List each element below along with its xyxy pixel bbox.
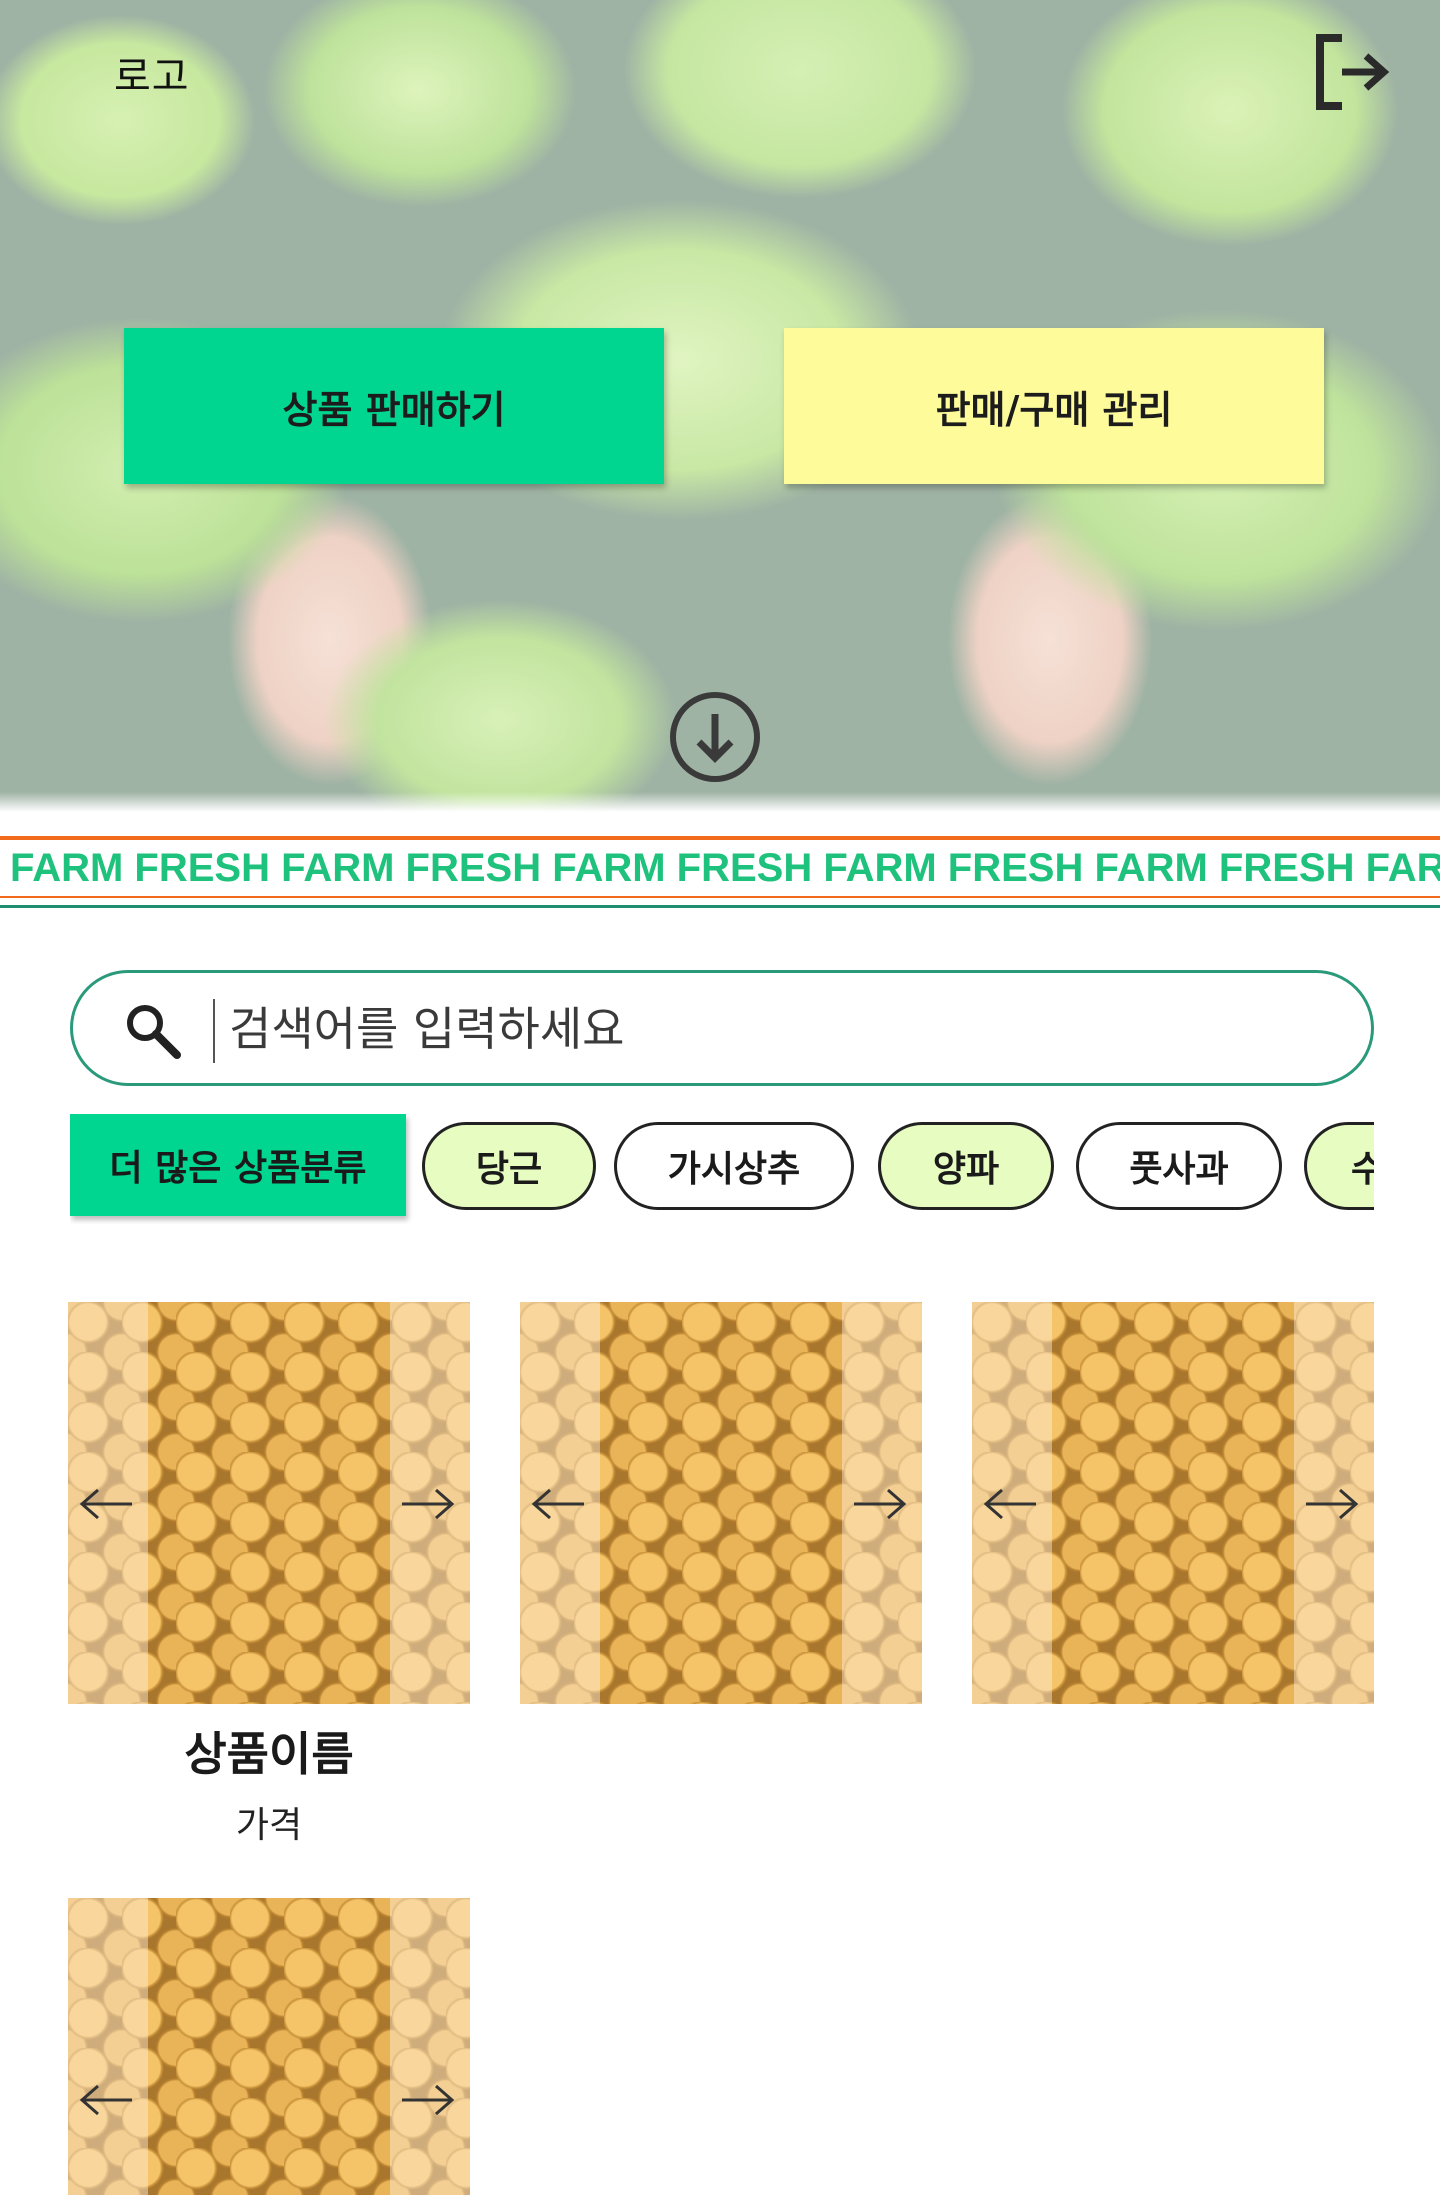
arrow-right-icon[interactable] (852, 1484, 908, 1524)
product-image (68, 1302, 470, 1704)
category-chip-partial[interactable]: 수 (1304, 1122, 1374, 1210)
arrow-left-icon[interactable] (78, 2080, 134, 2120)
product-price: 가격 (235, 1805, 303, 1846)
product-card[interactable] (68, 1302, 470, 1704)
more-categories-button[interactable]: 더 많은 상품분류 (70, 1114, 406, 1216)
arrow-right-icon[interactable] (400, 2080, 456, 2120)
product-card[interactable] (68, 1898, 470, 2195)
hero-fade (0, 792, 1440, 812)
product-image (520, 1302, 922, 1704)
logout-icon[interactable] (1314, 32, 1392, 112)
search-input[interactable] (229, 991, 1329, 1067)
marquee-bottom-line (0, 905, 1440, 908)
category-chip-apple[interactable]: 풋사과 (1076, 1122, 1282, 1210)
search-icon[interactable] (123, 1001, 183, 1061)
marquee-divider (0, 896, 1440, 898)
search-bar[interactable] (70, 970, 1374, 1086)
arrow-down-circle-icon[interactable] (668, 690, 762, 784)
arrow-right-icon[interactable] (1304, 1484, 1360, 1524)
marquee-text: FARM FRESH FARM FRESH FARM FRESH FARM FR… (10, 846, 1440, 890)
image-side-overlay (68, 1898, 148, 2195)
product-image (68, 1898, 470, 2195)
product-card[interactable] (520, 1302, 922, 1704)
product-image (972, 1302, 1374, 1704)
text-caret (213, 999, 215, 1063)
product-name[interactable]: 상품이름 (68, 1718, 470, 1784)
product-card[interactable] (972, 1302, 1374, 1704)
logo[interactable]: 로고 (114, 44, 190, 102)
sell-product-button[interactable]: 상품 판매하기 (124, 328, 664, 484)
image-side-overlay (390, 1898, 470, 2195)
arrow-left-icon[interactable] (78, 1484, 134, 1524)
sales-management-button[interactable]: 판매/구매 관리 (784, 328, 1324, 484)
category-chip-onion[interactable]: 양파 (878, 1122, 1054, 1210)
category-chip-lettuce[interactable]: 가시상추 (614, 1122, 854, 1210)
arrow-left-icon[interactable] (530, 1484, 586, 1524)
arrow-right-icon[interactable] (400, 1484, 456, 1524)
arrow-left-icon[interactable] (982, 1484, 1038, 1524)
category-row: 더 많은 상품분류 당근 가시상추 양파 풋사과 수 (70, 1114, 1374, 1224)
category-chip-carrot[interactable]: 당근 (422, 1122, 596, 1210)
